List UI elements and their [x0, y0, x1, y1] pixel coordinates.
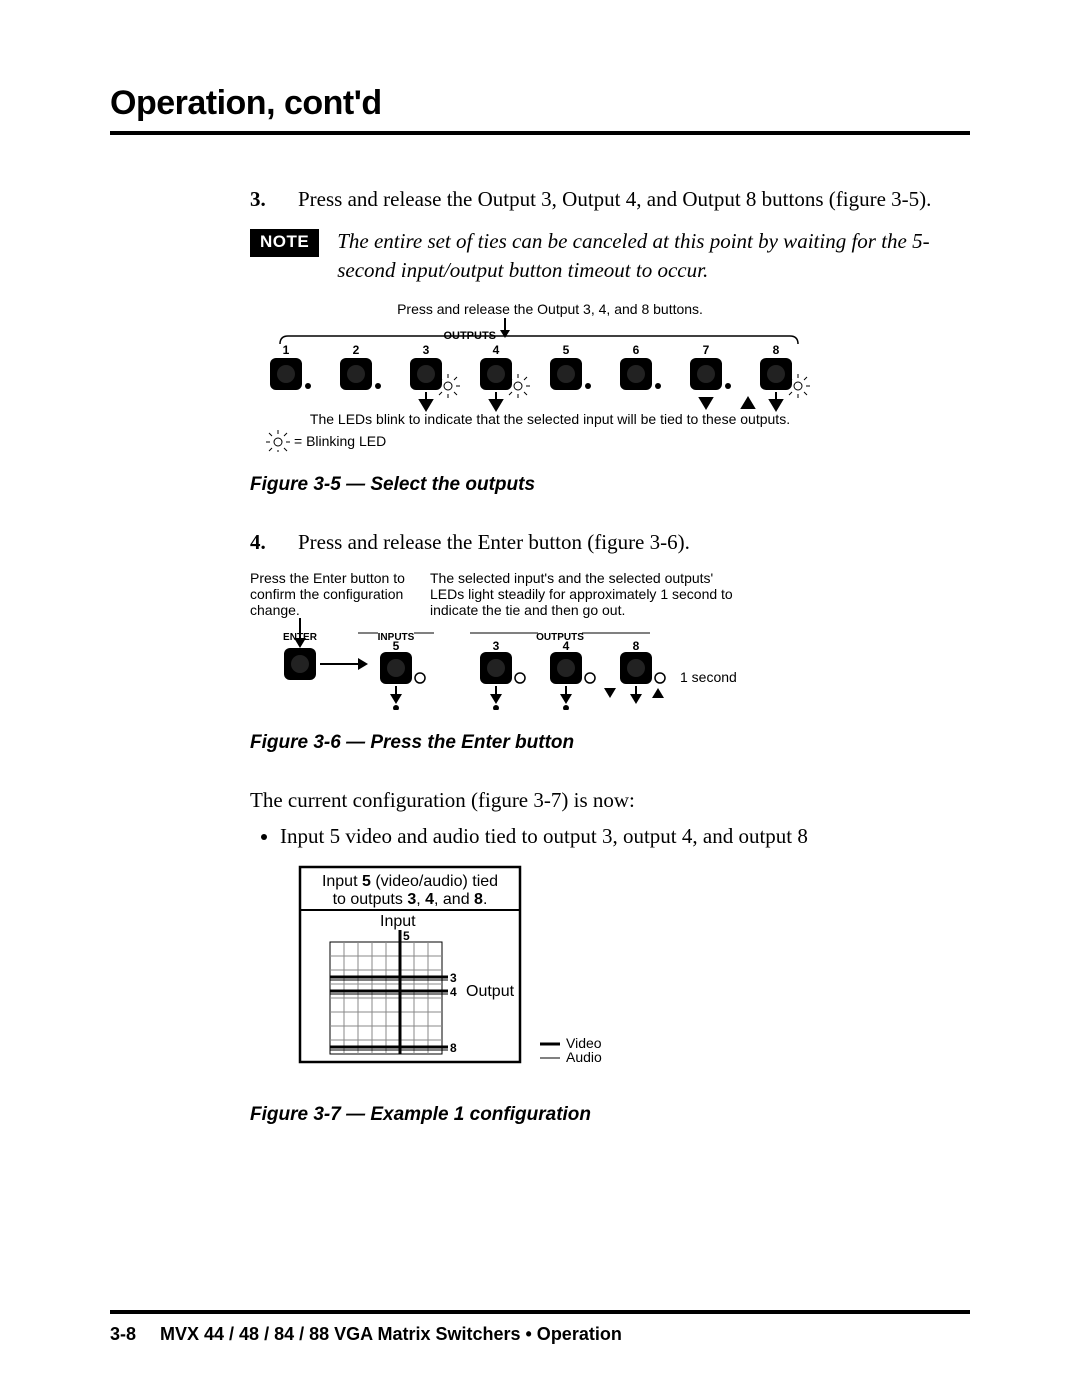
- fig7-legend-audio: Audio: [566, 1049, 602, 1065]
- fig6-left-note: Press the Enter button to confirm the co…: [250, 570, 420, 618]
- fig5-tie-arrows: [420, 392, 782, 410]
- fig7-output-label: Output: [466, 983, 515, 1000]
- fig7-box-line1: Input 5 (video/audio) tied: [322, 873, 498, 890]
- figure-3-7: Input 5 (video/audio) tied to outputs 3,…: [250, 862, 970, 1082]
- fig5-down-arrows: [500, 318, 510, 338]
- summary-lead: The current configuration (figure 3-7) i…: [250, 786, 970, 814]
- footer: 3-8 MVX 44 / 48 / 84 / 88 VGA Matrix Swi…: [110, 1310, 970, 1345]
- blinking-led-icon: [436, 374, 460, 398]
- figure-3-5-svg: Press and release the Output 3, 4, and 8…: [260, 302, 840, 452]
- btn-num: 3: [423, 343, 430, 357]
- btn-num: 8: [773, 343, 780, 357]
- fig5-legend-text: = Blinking LED: [294, 433, 386, 449]
- btn-num: 1: [283, 343, 290, 357]
- step-3: 3. Press and release the Output 3, Outpu…: [250, 185, 970, 213]
- summary-bullets: Input 5 video and audio tied to output 3…: [280, 822, 970, 850]
- btn-num: 7: [703, 343, 710, 357]
- step-list-2: 4. Press and release the Enter button (f…: [250, 528, 970, 556]
- note-badge: NOTE: [250, 229, 319, 257]
- blinking-led-icon: [786, 374, 810, 398]
- footer-title: MVX 44 / 48 / 84 / 88 VGA Matrix Switche…: [160, 1324, 622, 1345]
- fig7-input-num: 5: [403, 929, 410, 943]
- btn-num: 2: [353, 343, 360, 357]
- step-list: 3. Press and release the Output 3, Outpu…: [250, 185, 970, 213]
- figure-3-5-caption: Figure 3-5 — Select the outputs: [250, 472, 970, 498]
- fig7-box-line2: to outputs 3, 4, and 8.: [333, 891, 488, 908]
- fig6-duration: 1 second: [680, 669, 737, 685]
- btn-num: 5: [563, 343, 570, 357]
- step-text: Press and release the Output 3, Output 4…: [298, 185, 970, 213]
- btn-num: 6: [633, 343, 640, 357]
- note-text: The entire set of ties can be canceled a…: [337, 227, 970, 284]
- body: 3. Press and release the Output 3, Outpu…: [250, 185, 970, 1128]
- fig7-input-label: Input: [380, 913, 416, 930]
- btn-num: 8: [633, 639, 640, 653]
- fig6-output-buttons: 3 4 8: [480, 639, 665, 710]
- page-title: Operation, cont'd: [110, 84, 970, 123]
- fig6-right-note: The selected input's and the selected ou…: [430, 570, 750, 618]
- fig6-input-num: 5: [393, 639, 400, 653]
- page-number: 3-8: [110, 1324, 136, 1345]
- blinking-led-icon: [506, 374, 530, 398]
- fig6-enter-label: ENTER: [283, 632, 318, 643]
- note: NOTE The entire set of ties can be cance…: [250, 227, 970, 284]
- btn-num: 4: [563, 639, 570, 653]
- figure-3-6-caption: Figure 3-6 — Press the Enter button: [250, 730, 970, 756]
- step-number: 4.: [250, 528, 272, 556]
- fig6-outputs-label: OUTPUTS: [536, 632, 584, 643]
- figure-3-5: Press and release the Output 3, 4, and 8…: [250, 302, 970, 452]
- figure-3-7-caption: Figure 3-7 — Example 1 configuration: [250, 1102, 970, 1128]
- fig5-legend: = Blinking LED: [266, 430, 386, 452]
- fig7-out-8: 8: [450, 1041, 457, 1055]
- btn-num: 3: [493, 639, 500, 653]
- fig7-out-3: 3: [450, 971, 457, 985]
- title-rule: [110, 131, 970, 135]
- fig7-out-4: 4: [450, 985, 457, 999]
- fig5-buttons: 1 2 3 4: [270, 343, 810, 398]
- figure-3-6-svg: Press the Enter button to confirm the co…: [250, 570, 770, 710]
- fig7-grid: [330, 942, 442, 1054]
- step-4: 4. Press and release the Enter button (f…: [250, 528, 970, 556]
- fig5-top-label: Press and release the Output 3, 4, and 8…: [397, 302, 703, 317]
- figure-3-6: Press the Enter button to confirm the co…: [250, 570, 970, 710]
- step-text: Press and release the Enter button (figu…: [298, 528, 970, 556]
- btn-num: 4: [493, 343, 500, 357]
- figure-3-7-svg: Input 5 (video/audio) tied to outputs 3,…: [290, 862, 630, 1082]
- fig5-bottom-label: The LEDs blink to indicate that the sele…: [310, 411, 790, 427]
- page: Operation, cont'd 3. Press and release t…: [0, 0, 1080, 1397]
- blinking-led-icon: [266, 430, 290, 452]
- step-number: 3.: [250, 185, 272, 213]
- summary-bullet: Input 5 video and audio tied to output 3…: [280, 822, 970, 850]
